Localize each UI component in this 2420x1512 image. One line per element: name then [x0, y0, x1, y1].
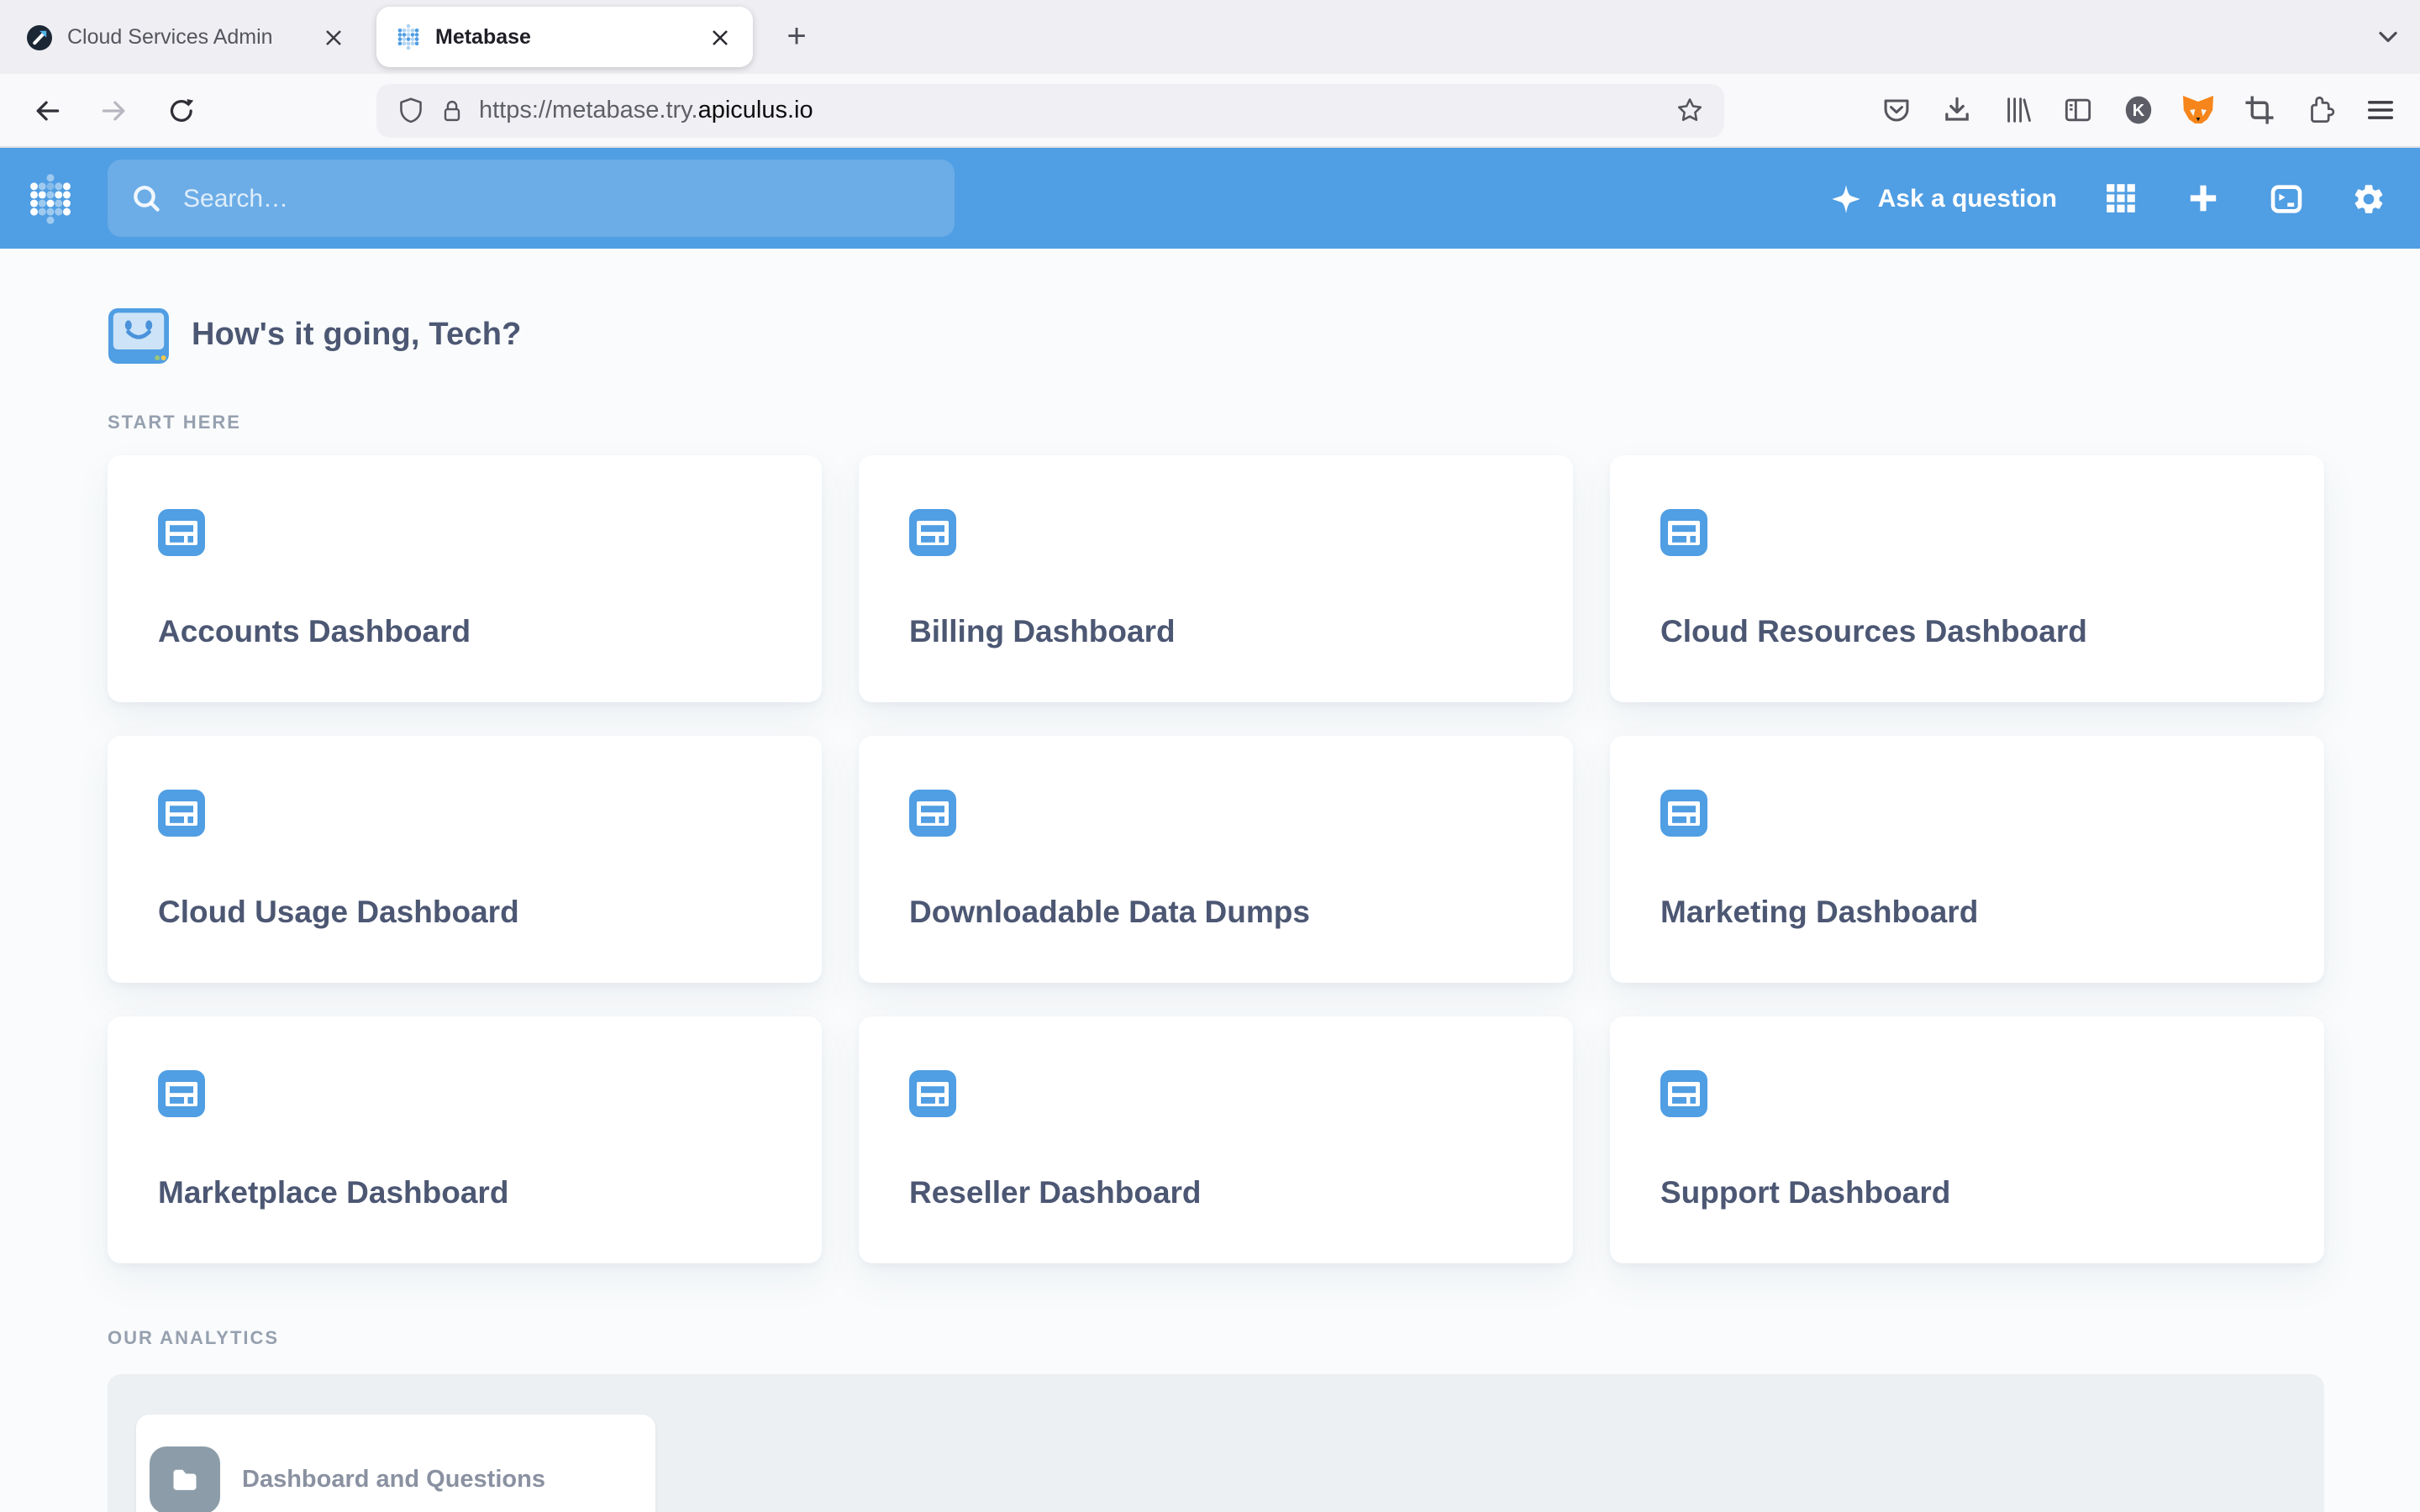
kagi-extension-icon[interactable]: K	[2118, 90, 2158, 130]
apiculus-favicon	[27, 24, 52, 50]
collection-label: Dashboard and Questions	[242, 1467, 545, 1494]
dashboard-card-reseller[interactable]: Reseller Dashboard	[859, 1016, 1573, 1263]
card-title: Reseller Dashboard	[909, 1174, 1202, 1210]
dashboard-icon	[1660, 790, 1707, 837]
pocket-icon[interactable]	[1876, 90, 1916, 130]
screen: Cloud Services Admin Metabase + https://…	[0, 0, 2420, 1512]
search-input[interactable]	[180, 182, 931, 214]
collection-item-dashboard-and-questions[interactable]: Dashboard and Questions	[136, 1415, 655, 1512]
dashboard-icon	[158, 1070, 205, 1117]
card-title: Downloadable Data Dumps	[909, 894, 1310, 929]
tab-close-icon[interactable]	[319, 24, 346, 50]
tab-close-icon[interactable]	[706, 24, 733, 50]
dashboard-card-downloadable-data-dumps[interactable]: Downloadable Data Dumps	[859, 736, 1573, 983]
tab-title: Cloud Services Admin	[67, 25, 273, 49]
dashboard-icon	[1660, 1070, 1707, 1117]
ask-a-question-label: Ask a question	[1877, 184, 2057, 213]
dashboard-icon	[158, 509, 205, 556]
dashboard-card-support[interactable]: Support Dashboard	[1610, 1016, 2324, 1263]
card-title: Accounts Dashboard	[158, 613, 471, 648]
list-all-tabs-chevron-icon[interactable]	[2373, 22, 2403, 52]
hamburger-menu-icon[interactable]	[2360, 90, 2400, 130]
card-title: Marketing Dashboard	[1660, 894, 1979, 929]
back-button[interactable]	[20, 83, 74, 137]
search-icon	[131, 182, 163, 214]
new-tab-button[interactable]: +	[773, 13, 820, 60]
dashboard-icon	[909, 790, 956, 837]
folder-tile	[150, 1446, 220, 1512]
metabase-header: Ask a question	[0, 148, 2420, 249]
greeting: How's it going, Tech?	[108, 249, 2324, 365]
downloads-icon[interactable]	[1936, 90, 1976, 130]
lock-icon[interactable]	[439, 97, 466, 123]
ask-a-question-button[interactable]: Ask a question	[1831, 182, 2057, 214]
section-label-start-here: START HERE	[108, 413, 241, 433]
metamask-fox-icon[interactable]	[2178, 90, 2218, 130]
url-bar[interactable]: https://metabase.try.apiculus.io	[376, 83, 1724, 137]
tracking-protection-shield-icon[interactable]	[397, 96, 425, 124]
browser-window: Cloud Services Admin Metabase + https://…	[0, 0, 2420, 1512]
sparkle-icon	[1831, 182, 1863, 214]
screenshot-crop-icon[interactable]	[2238, 90, 2279, 130]
home-page: How's it going, Tech? START HERE Account…	[0, 249, 2324, 1512]
metabase-logo[interactable]	[27, 172, 74, 224]
tab-cloud-services-admin[interactable]: Cloud Services Admin	[10, 0, 363, 74]
metabot-face-icon	[108, 307, 170, 365]
reload-button[interactable]	[155, 83, 208, 137]
dashboard-card-cloud-usage[interactable]: Cloud Usage Dashboard	[108, 736, 822, 983]
forward-button[interactable]	[87, 83, 141, 137]
sql-editor-icon[interactable]	[2267, 180, 2304, 217]
url-text: https://metabase.try.apiculus.io	[479, 97, 813, 123]
tab-title: Metabase	[435, 25, 531, 49]
card-title: Billing Dashboard	[909, 613, 1176, 648]
card-title: Cloud Resources Dashboard	[1660, 613, 2087, 648]
dashboard-card-marketing[interactable]: Marketing Dashboard	[1610, 736, 2324, 983]
navigation-toolbar: https://metabase.try.apiculus.io K	[0, 74, 2420, 148]
tab-metabase[interactable]: Metabase	[376, 7, 753, 67]
card-title: Cloud Usage Dashboard	[158, 894, 519, 929]
folder-icon	[170, 1465, 200, 1495]
tab-bar: Cloud Services Admin Metabase +	[0, 0, 2420, 74]
dashboard-icon	[909, 509, 956, 556]
dashboard-card-billing[interactable]: Billing Dashboard	[859, 455, 1573, 702]
start-here-grid: Accounts Dashboard Billing Dashboard Clo…	[108, 455, 2324, 1263]
greeting-title: How's it going, Tech?	[192, 318, 522, 353]
toolbar-extensions-area: K	[1876, 90, 2400, 130]
browse-grid-icon[interactable]	[2102, 180, 2139, 217]
extensions-puzzle-icon[interactable]	[2299, 90, 2339, 130]
dashboard-icon	[909, 1070, 956, 1117]
our-analytics-panel: Dashboard and Questions	[108, 1374, 2324, 1512]
card-title: Support Dashboard	[1660, 1174, 1951, 1210]
settings-gear-icon[interactable]	[2349, 180, 2386, 217]
svg-text:K: K	[2132, 102, 2144, 120]
bookmark-star-icon[interactable]	[1676, 96, 1704, 124]
metabase-favicon	[397, 24, 420, 50]
dashboard-card-cloud-resources[interactable]: Cloud Resources Dashboard	[1610, 455, 2324, 702]
section-label-our-analytics: OUR ANALYTICS	[108, 1329, 280, 1349]
search-bar[interactable]	[108, 160, 955, 237]
card-title: Marketplace Dashboard	[158, 1174, 509, 1210]
dashboard-card-accounts[interactable]: Accounts Dashboard	[108, 455, 822, 702]
dashboard-icon	[1660, 509, 1707, 556]
dashboard-card-marketplace[interactable]: Marketplace Dashboard	[108, 1016, 822, 1263]
library-icon[interactable]	[1996, 90, 2037, 130]
sidebar-toggle-icon[interactable]	[2057, 90, 2097, 130]
dashboard-icon	[158, 790, 205, 837]
header-actions: Ask a question	[1831, 180, 2420, 217]
new-plus-icon[interactable]	[2185, 180, 2222, 217]
